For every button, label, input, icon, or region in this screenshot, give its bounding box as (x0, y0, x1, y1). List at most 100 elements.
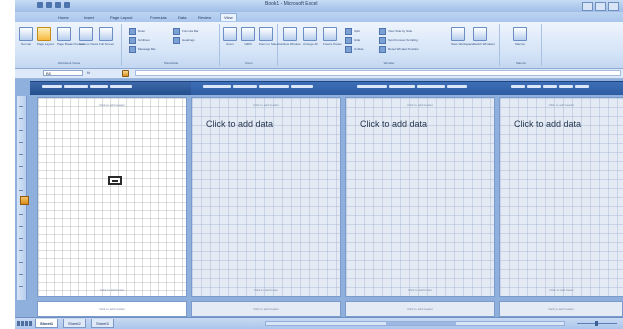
sheet-tab-sheet2[interactable]: Sheet2 (63, 319, 86, 328)
page-2[interactable]: Click to add header Click to add data Cl… (191, 97, 341, 297)
window-controls (582, 2, 619, 11)
status-bar: Sheet1 Sheet2 Sheet3 (15, 317, 623, 329)
zoom-to-selection-button[interactable]: Zoom to Selection (259, 27, 283, 49)
arrange-all-button[interactable]: Arrange All (303, 27, 318, 49)
view-side-by-side-button[interactable]: View Side by Side (379, 27, 412, 35)
normal-view-button[interactable]: Normal (19, 27, 33, 49)
reset-window-position-button[interactable]: Reset Window Position (379, 45, 419, 53)
redo-icon[interactable] (55, 2, 61, 8)
reset-window-icon (379, 45, 386, 53)
close-button[interactable] (608, 2, 619, 11)
tab-home[interactable]: Home (55, 14, 72, 21)
unhide-button[interactable]: Unhide (345, 45, 364, 53)
minimize-button[interactable] (582, 2, 593, 11)
column-header-bar[interactable] (345, 81, 499, 95)
row-header-bar[interactable] (17, 96, 29, 300)
page-1[interactable]: Click to add header Click to add footer (37, 97, 187, 297)
customize-toolbar-icon[interactable] (64, 2, 70, 8)
scrollbar-thumb[interactable] (386, 322, 456, 325)
window-title: Book1 - Microsoft Excel (265, 1, 318, 7)
first-sheet-icon[interactable] (17, 321, 20, 326)
page-6-top[interactable]: Click to add header (191, 301, 341, 317)
switch-windows-icon (473, 27, 487, 41)
sheet-tab-sheet1[interactable]: Sheet1 (35, 319, 59, 328)
page-7-top[interactable]: Click to add header (345, 301, 495, 317)
new-window-button[interactable]: New Window (283, 27, 301, 49)
page-footer[interactable]: Click to add footer (346, 288, 494, 292)
custom-views-icon (79, 27, 93, 41)
tab-data[interactable]: Data (175, 14, 189, 21)
new-window-icon (283, 27, 297, 41)
page-footer[interactable]: Click to add footer (38, 288, 186, 292)
normal-view-icon (19, 27, 33, 41)
full-screen-icon (99, 27, 113, 41)
synchronous-scrolling-button[interactable]: Synchronous Scrolling (379, 36, 418, 44)
save-workspace-button[interactable]: Save Workspace (451, 27, 474, 49)
group-zoom: Zoom 100% Zoom to Selection Zoom (221, 24, 283, 66)
page-layout-icon (37, 27, 51, 41)
click-to-add-data[interactable]: Click to add data (514, 119, 581, 129)
full-screen-button[interactable]: Full Screen (99, 27, 114, 49)
undo-icon[interactable] (46, 2, 52, 8)
formula-bar-checkbox[interactable]: Formula Bar (173, 27, 199, 35)
page-footer[interactable]: Click to add footer (500, 288, 623, 292)
name-box[interactable]: B5 (43, 70, 83, 76)
horizontal-scrollbar[interactable] (265, 321, 565, 326)
macros-button[interactable]: Macros (513, 27, 527, 49)
insert-function-button[interactable]: fx (87, 70, 99, 76)
tab-view[interactable]: View (220, 13, 237, 21)
column-header-bar[interactable] (499, 81, 623, 95)
active-cell[interactable] (108, 176, 122, 185)
page-header[interactable]: Click to add header (500, 103, 623, 107)
tab-review[interactable]: Review (195, 14, 214, 21)
last-sheet-icon[interactable] (29, 321, 32, 326)
custom-views-button[interactable]: Custom Views (79, 27, 98, 49)
page-3[interactable]: Click to add header Click to add data Cl… (345, 97, 495, 297)
page-footer[interactable]: Click to add footer (192, 288, 340, 292)
hide-button[interactable]: Hide (345, 36, 360, 44)
maximize-button[interactable] (595, 2, 606, 11)
zoom-button[interactable]: Zoom (223, 27, 237, 49)
page-4[interactable]: Click to add header Click to add data Cl… (499, 97, 623, 297)
ribbon: Normal Page Layout Page Break Preview Cu… (15, 22, 623, 69)
sheet-tab-sheet3[interactable]: Sheet3 (91, 319, 114, 328)
click-to-add-data[interactable]: Click to add data (360, 119, 427, 129)
unhide-icon (345, 45, 352, 53)
page-8-top[interactable]: Click to add header (499, 301, 623, 317)
page-5-top[interactable]: Click to add header (37, 301, 187, 317)
message-bar-checkbox[interactable]: Message Bar (129, 45, 156, 53)
zoom-100-button[interactable]: 100% (241, 27, 255, 49)
checkbox-icon (173, 36, 180, 44)
split-button[interactable]: Split (345, 27, 360, 35)
formula-input[interactable] (135, 70, 621, 76)
column-header-bar[interactable] (191, 81, 345, 95)
zoom-slider-thumb[interactable] (595, 321, 598, 326)
tab-insert[interactable]: Insert (81, 14, 97, 21)
group-label-macros: Macros (516, 61, 526, 65)
prev-sheet-icon[interactable] (21, 321, 24, 326)
page-break-icon (57, 27, 71, 41)
zoom-100-icon (241, 27, 255, 41)
tab-formulas[interactable]: Formulas (147, 14, 170, 21)
freeze-panes-button[interactable]: Freeze Panes (323, 27, 342, 49)
page-header[interactable]: Click to add header (346, 103, 494, 107)
next-sheet-icon[interactable] (25, 321, 28, 326)
checkbox-icon (173, 27, 180, 35)
switch-windows-button[interactable]: Switch Windows (473, 27, 495, 49)
page-header[interactable]: Click to add header (192, 103, 340, 107)
tab-page-layout[interactable]: Page Layout (107, 14, 135, 21)
ruler-checkbox[interactable]: Ruler (129, 27, 145, 35)
page-layout-view-button[interactable]: Page Layout (37, 27, 54, 49)
split-icon (345, 27, 352, 35)
column-header-bar[interactable] (30, 81, 192, 95)
gridlines-checkbox[interactable]: Gridlines (129, 36, 150, 44)
page-header[interactable]: Click to add header (38, 103, 186, 107)
active-row-marker (20, 196, 29, 205)
zoom-slider[interactable] (577, 321, 617, 326)
page-break-preview-button[interactable]: Page Break Preview (57, 27, 84, 49)
headings-checkbox[interactable]: Headings (173, 36, 195, 44)
group-label-show-hide: Show/Hide (163, 61, 179, 65)
resize-handle-icon[interactable] (122, 70, 129, 77)
save-icon[interactable] (37, 2, 43, 8)
click-to-add-data[interactable]: Click to add data (206, 119, 273, 129)
